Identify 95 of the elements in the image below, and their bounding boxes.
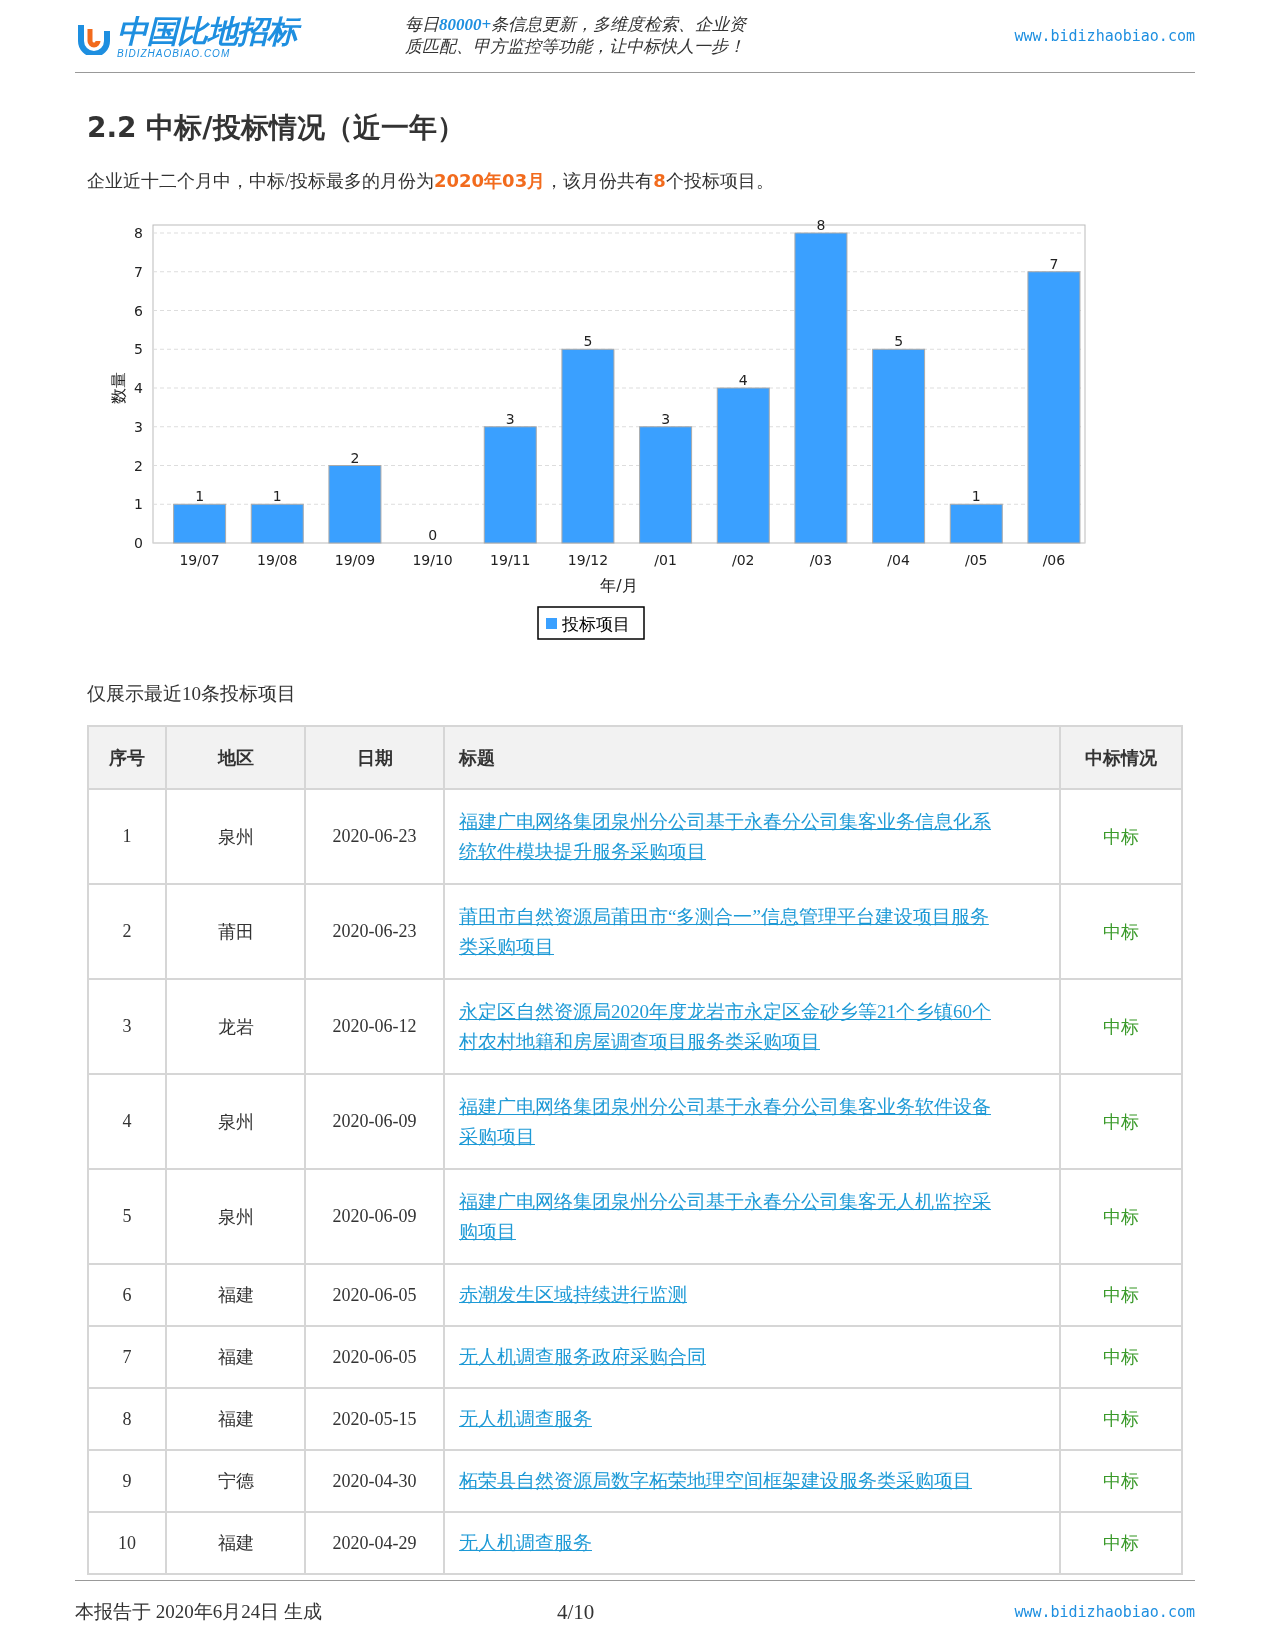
bar [173,503,227,544]
x-tick-label: 19/10 [412,552,453,568]
table-cell: 9 [88,1450,166,1512]
table-cell: 7 [88,1326,166,1388]
table-cell: 龙岩 [166,979,305,1074]
y-tick-label: 1 [134,496,143,513]
table-cell: 宁德 [166,1450,305,1512]
table-note: 仅展示最近10条投标项目 [87,682,297,706]
table-cell: 10 [88,1512,166,1574]
table-cell: 6 [88,1264,166,1326]
data-label: 3 [661,410,671,427]
data-label: 1 [971,488,981,505]
status-cell: 中标 [1060,1169,1182,1264]
table-cell: 莆田 [166,884,305,979]
column-header: 中标情况 [1060,726,1182,789]
data-label: 7 [1049,255,1059,272]
table-cell: 1 [88,789,166,884]
table-cell: 福建 [166,1264,305,1326]
site-url[interactable]: www.bidizhaobiao.com [1014,27,1195,45]
status-cell: 中标 [1060,979,1182,1074]
y-tick-label: 3 [134,418,143,435]
table-cell: 福建 [166,1326,305,1388]
x-tick-label: 19/11 [490,552,531,568]
x-tick-label: /05 [965,552,988,568]
chart-legend: 投标项目 [537,606,645,640]
y-tick-label: 4 [134,380,143,396]
status-cell: 中标 [1060,1388,1182,1450]
table-cell: 8 [88,1388,166,1450]
y-tick-label: 6 [134,302,143,319]
page-number: 4/10 [557,1599,595,1625]
x-tick-label: 19/08 [257,552,298,568]
table-cell: 泉州 [166,1074,305,1169]
status-cell: 中标 [1060,789,1182,884]
status-cell: 中标 [1060,1512,1182,1574]
table-cell: 2020-06-09 [305,1074,444,1169]
table-cell: 泉州 [166,789,305,884]
column-header: 序号 [88,726,166,789]
data-label: 5 [894,333,904,350]
status-cell: 中标 [1060,884,1182,979]
table-cell: 2020-06-05 [305,1264,444,1326]
logo-subtitle: BIDIZHAOBIAO.COM [117,49,232,59]
table-cell: 4 [88,1074,166,1169]
column-header: 标题 [444,726,1060,789]
data-label: 2 [350,449,360,466]
data-label: 5 [583,333,593,350]
table-cell: 泉州 [166,1169,305,1264]
x-tick-label: 19/07 [179,552,220,568]
table-cell: 5 [88,1169,166,1264]
table-cell: 福建 [166,1388,305,1450]
y-tick-label: 8 [134,225,143,241]
y-tick-label: 7 [134,263,143,280]
data-label: 3 [505,410,515,427]
table-cell: 2020-05-15 [305,1388,444,1450]
y-tick-label: 5 [134,341,143,358]
table-cell: 2020-06-12 [305,979,444,1074]
data-label: 1 [272,488,282,505]
x-axis-title: 年/月 [600,576,638,595]
column-header: 日期 [305,726,444,789]
table-cell: 3 [88,979,166,1074]
logo-name: 中国比地招标 [117,13,303,49]
x-tick-label: /02 [732,552,755,568]
y-axis-title: 数量 [109,372,128,404]
table-cell: 2020-06-05 [305,1326,444,1388]
x-tick-label: 19/12 [567,552,609,568]
table-cell: 2 [88,884,166,979]
column-header: 地区 [166,726,305,789]
x-tick-label: /06 [1042,552,1066,568]
bar [949,503,1003,544]
summary-text: 企业近十二个月中，中标/投标最多的月份为2020年03月，该月份共有8个投标项目。 [87,169,775,193]
status-cell: 中标 [1060,1074,1182,1169]
x-tick-label: /04 [887,552,910,568]
table-cell: 2020-04-29 [305,1512,444,1574]
table-cell: 2020-06-23 [305,884,444,979]
y-tick-label: 2 [134,457,143,474]
status-cell: 中标 [1060,1450,1182,1512]
table-cell: 福建 [166,1512,305,1574]
data-label: 4 [738,372,748,388]
table-cell: 2020-06-09 [305,1169,444,1264]
data-label: 0 [428,527,438,543]
table-cell: 2020-04-30 [305,1450,444,1512]
tagline: 每日80000+条信息更新，多维度检索、企业资质匹配、甲方监控等功能，让中标快人一步！ [405,14,749,58]
data-label: 1 [195,488,205,505]
x-tick-label: 19/09 [334,552,376,568]
x-tick-label: /01 [654,552,677,568]
data-label: 8 [816,217,826,233]
legend-label: 投标项目 [561,614,630,634]
bar [250,503,304,544]
table-cell: 2020-06-23 [305,789,444,884]
section-title: 2.2 中标/投标情况（近一年） [87,110,466,146]
x-tick-label: /03 [809,552,833,568]
status-cell: 中标 [1060,1264,1182,1326]
site-url[interactable]: www.bidizhaobiao.com [1014,1603,1195,1621]
generated-text: 本报告于 2020年6月24日 生成 [75,1600,322,1624]
status-cell: 中标 [1060,1326,1182,1388]
y-tick-label: 0 [134,535,143,551]
